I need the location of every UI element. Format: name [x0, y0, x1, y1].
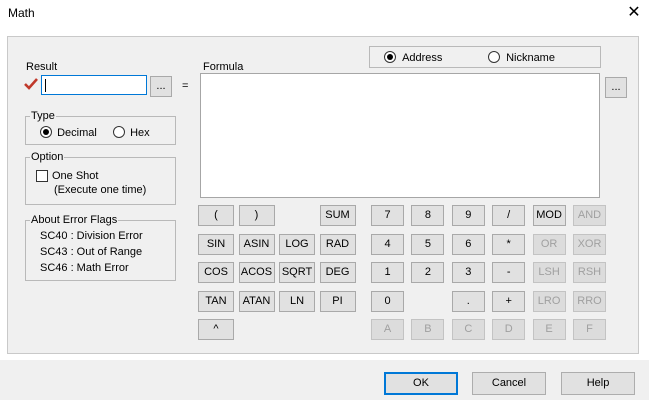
key-atan-button[interactable]: ATAN — [238, 290, 275, 312]
key-rad-button[interactable]: RAD — [319, 233, 356, 255]
error-flag-line: SC43 : Out of Range — [40, 246, 143, 258]
key-sqrt-button[interactable]: SQRT — [279, 262, 315, 283]
hex-radio[interactable]: Hex — [113, 126, 150, 139]
key-e-button[interactable]: E — [532, 319, 566, 340]
key-1-button[interactable]: 1 — [371, 262, 404, 283]
key-xor-button[interactable]: XOR — [573, 233, 606, 255]
key-cos-button[interactable]: COS — [198, 262, 234, 283]
key-lsh-button[interactable]: LSH — [532, 262, 566, 283]
formula-label: Formula — [203, 61, 244, 73]
key-6-button[interactable]: 6 — [451, 233, 485, 255]
one-shot-checkbox[interactable] — [36, 170, 48, 182]
cancel-button[interactable]: Cancel — [472, 372, 546, 395]
key-3-button[interactable]: 3 — [451, 262, 485, 283]
hex-label: Hex — [130, 127, 150, 139]
key-close-paren-button[interactable]: ) — [238, 205, 275, 226]
key-and-button[interactable]: AND — [573, 205, 606, 226]
key-lro-button[interactable]: LRO — [532, 290, 566, 312]
option-label: Option — [30, 151, 65, 163]
key-open-paren-button[interactable]: ( — [198, 205, 234, 226]
formula-browse-button[interactable]: ... — [605, 77, 627, 98]
key-sum-button[interactable]: SUM — [319, 205, 356, 226]
decimal-radio[interactable]: Decimal — [40, 126, 97, 139]
key-divide-button[interactable]: / — [492, 205, 526, 226]
result-browse-button[interactable]: ... — [150, 76, 172, 97]
decimal-label: Decimal — [57, 127, 97, 139]
one-shot-note: (Execute one time) — [54, 184, 147, 196]
error-flag-line: SC40 : Division Error — [40, 230, 143, 242]
key-sin-button[interactable]: SIN — [198, 233, 234, 255]
key-d-button[interactable]: D — [492, 319, 526, 340]
key-0-button[interactable]: 0 — [371, 290, 404, 312]
hex-radio-dot — [113, 126, 125, 138]
key-rro-button[interactable]: RRO — [573, 290, 606, 312]
key-multiply-button[interactable]: * — [492, 233, 526, 255]
key-tan-button[interactable]: TAN — [198, 290, 234, 312]
key-f-button[interactable]: F — [573, 319, 606, 340]
key-log-button[interactable]: LOG — [279, 233, 315, 255]
error-flag-line: SC46 : Math Error — [40, 262, 129, 274]
key-7-button[interactable]: 7 — [371, 205, 404, 226]
title-bar — [0, 0, 649, 26]
help-button[interactable]: Help — [561, 372, 635, 395]
key-pi-button[interactable]: PI — [319, 290, 356, 312]
key-2-button[interactable]: 2 — [411, 262, 445, 283]
nickname-radio[interactable]: Nickname — [488, 51, 555, 64]
address-radio[interactable]: Address — [384, 51, 442, 64]
close-icon[interactable]: ✕ — [623, 3, 645, 23]
text-cursor — [45, 79, 46, 92]
key-caret-button[interactable]: ^ — [198, 319, 234, 340]
key-or-button[interactable]: OR — [532, 233, 566, 255]
window-title: Math — [8, 6, 35, 20]
equals-sign: = — [182, 80, 189, 92]
key-rsh-button[interactable]: RSH — [573, 262, 606, 283]
key-acos-button[interactable]: ACOS — [238, 262, 275, 283]
key-minus-button[interactable]: - — [492, 262, 526, 283]
error-flags-label: About Error Flags — [30, 214, 119, 226]
key-9-button[interactable]: 9 — [451, 205, 485, 226]
decimal-radio-dot — [40, 126, 52, 138]
result-input[interactable] — [41, 75, 147, 95]
key-c-button[interactable]: C — [451, 319, 485, 340]
key-a-button[interactable]: A — [371, 319, 404, 340]
nickname-radio-dot — [488, 51, 500, 63]
nickname-label: Nickname — [506, 52, 555, 64]
type-label: Type — [30, 110, 56, 122]
address-label: Address — [402, 52, 443, 64]
key-5-button[interactable]: 5 — [411, 233, 445, 255]
one-shot-label: One Shot — [52, 170, 99, 182]
key-asin-button[interactable]: ASIN — [238, 233, 275, 255]
key-4-button[interactable]: 4 — [371, 233, 404, 255]
key-8-button[interactable]: 8 — [411, 205, 445, 226]
key-ln-button[interactable]: LN — [279, 290, 315, 312]
key-decimal-point-button[interactable]: . — [451, 290, 485, 312]
check-mark-icon — [24, 77, 38, 91]
key-deg-button[interactable]: DEG — [319, 262, 356, 283]
dialog-footer — [0, 360, 649, 400]
result-label: Result — [26, 61, 58, 73]
ok-button[interactable]: OK — [384, 372, 458, 395]
key-b-button[interactable]: B — [411, 319, 445, 340]
formula-textarea[interactable] — [200, 73, 600, 198]
key-plus-button[interactable]: + — [492, 290, 526, 312]
address-radio-dot — [384, 51, 396, 63]
key-mod-button[interactable]: MOD — [532, 205, 566, 226]
